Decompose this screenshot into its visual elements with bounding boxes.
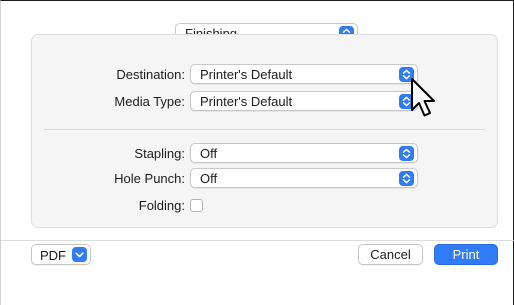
updown-chevron-icon	[399, 146, 414, 161]
chevron-down-icon	[72, 247, 87, 262]
stapling-label: Stapling:	[134, 146, 185, 161]
print-button[interactable]: Print	[434, 244, 498, 265]
cancel-button[interactable]: Cancel	[358, 244, 423, 265]
mouse-pointer-icon	[411, 78, 435, 117]
section-separator	[44, 129, 485, 130]
pdf-button-label: PDF	[40, 248, 66, 263]
media-type-popup[interactable]: Printer's Default	[190, 91, 418, 111]
destination-popup[interactable]: Printer's Default	[190, 64, 418, 84]
footer-separator	[1, 240, 514, 241]
folding-label: Folding:	[138, 198, 185, 213]
media-type-value: Printer's Default	[200, 94, 293, 109]
hole-punch-value: Off	[200, 171, 218, 186]
stapling-value: Off	[200, 146, 218, 161]
updown-chevron-icon	[399, 171, 414, 186]
destination-label: Destination:	[116, 67, 185, 82]
media-type-label: Media Type:	[114, 94, 185, 109]
hole-punch-popup[interactable]: Off	[190, 168, 418, 188]
hole-punch-label: Hole Punch:	[114, 171, 185, 186]
print-dialog: Finishing Destination: Printer's Default…	[0, 0, 514, 305]
destination-value: Printer's Default	[200, 67, 293, 82]
folding-checkbox[interactable]	[190, 199, 203, 212]
pdf-menu-button[interactable]: PDF	[31, 244, 91, 265]
stapling-popup[interactable]: Off	[190, 143, 418, 163]
